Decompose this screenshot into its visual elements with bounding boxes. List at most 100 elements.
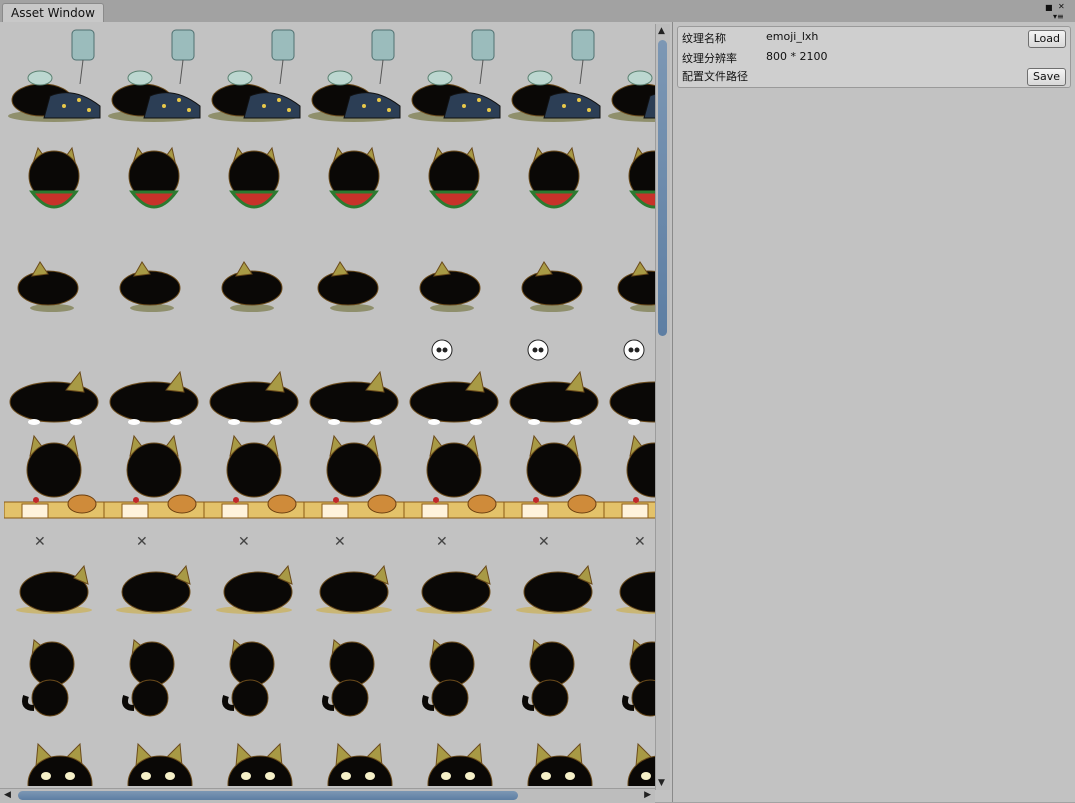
cat-sprite-icon [228,146,280,209]
sprite-frame [104,226,204,326]
cat-sprite-icon [304,434,404,519]
cat-sprite-icon [17,261,79,312]
sprite-frame: ✕ [104,526,204,626]
cat-sprite-icon [422,639,475,717]
cat-sprite-icon [322,639,375,717]
texture-name-value: emoji_lxh [766,30,819,43]
cat-sprite-icon [208,29,301,122]
vertical-scrollbar[interactable]: ▲ ▼ [655,24,670,790]
sprite-frame: ✕ [304,526,404,626]
sprite-frame [204,726,304,786]
sprite-frame [304,126,404,226]
cat-sprite-icon [8,29,101,122]
cat-sprite-icon [628,146,655,209]
cat-sprite-icon: ✕ [616,534,655,614]
sprite-frame [504,26,604,126]
resolution-value: 800 * 2100 [766,50,828,63]
cat-sprite-icon: ✕ [416,534,492,614]
texture-preview-canvas[interactable]: ✕ ✕ ✕ ✕ ✕ ✕ ✕ [0,22,672,802]
sprite-frame [304,226,404,326]
sprite-frame: ✕ [504,526,604,626]
cat-sprite-icon [408,29,501,122]
sprite-frame [604,326,655,426]
sprite-frame [4,226,104,326]
cat-sprite-icon [109,370,199,425]
scroll-right-icon[interactable]: ▶ [644,790,651,800]
svg-text:✕: ✕ [136,534,148,550]
cat-sprite-icon [617,261,655,312]
sprite-frame: ✕ [4,526,104,626]
sprite-frame [4,326,104,426]
sprite-frame [504,326,604,426]
cat-sprite-icon [104,434,204,519]
sprite-frame [104,426,204,526]
sprite-frame [204,126,304,226]
resolution-label: 纹理分辨率 [682,52,737,65]
sprite-frame [304,726,404,786]
sprite-frame [604,626,655,726]
cat-sprite-icon [419,261,481,312]
svg-text:✕: ✕ [334,534,346,550]
sprite-frame: ✕ [604,526,655,626]
cat-sprite-icon [308,29,401,122]
scroll-up-icon[interactable]: ▲ [658,26,665,36]
sprite-frame [604,226,655,326]
sprite-frame [504,626,604,726]
cat-sprite-icon [528,146,580,209]
sprite-frame [4,626,104,726]
sprite-frame [104,26,204,126]
sprite-frame [4,726,104,786]
sprite-frame [304,326,404,426]
sprite-frame [404,726,504,786]
cat-sprite-icon [527,742,593,786]
sprite-frame [404,126,504,226]
cat-sprite-icon [404,434,504,519]
cat-sprite-icon [4,434,104,519]
sprite-frame [104,126,204,226]
sprite-frame [104,626,204,726]
cat-sprite-icon [328,146,380,209]
sprite-frame [504,226,604,326]
config-path-label: 配置文件路径 [682,70,748,83]
cat-sprite-icon: ✕ [516,534,593,614]
sprite-frame [604,126,655,226]
svg-text:✕: ✕ [436,534,448,550]
sprite-frame [404,26,504,126]
scroll-down-icon[interactable]: ▼ [658,778,665,788]
menu-icon[interactable]: ▾≡ [1053,13,1064,21]
texture-properties-box: 纹理名称 emoji_lxh Load 纹理分辨率 800 * 2100 配置文… [677,26,1071,88]
svg-text:✕: ✕ [538,534,550,550]
sprite-frame [4,426,104,526]
load-button[interactable]: Load [1027,30,1066,48]
scroll-left-icon[interactable]: ◀ [4,790,11,800]
cat-sprite-icon [609,339,655,425]
sprite-frame [4,126,104,226]
cat-sprite-icon: ✕ [16,534,92,614]
cat-sprite-icon [604,434,655,519]
sprite-frame [204,226,304,326]
save-button[interactable]: Save [1026,68,1066,86]
cat-sprite-icon [309,370,399,425]
sprite-frame [604,26,655,126]
cat-sprite-icon [122,639,175,717]
cat-sprite-icon [409,339,499,425]
sprite-frame [304,626,404,726]
tab-asset-window[interactable]: Asset Window [2,3,104,23]
sprite-frame [204,26,304,126]
horizontal-scroll-thumb[interactable] [18,791,518,800]
cat-sprite-icon [127,742,193,786]
restore-icon[interactable]: ■ [1045,4,1053,12]
close-icon[interactable]: ✕ [1058,3,1065,11]
cat-sprite-icon [119,261,181,312]
sprite-frame [604,726,655,786]
sprite-frame [404,626,504,726]
sprite-frame: ✕ [404,526,504,626]
vertical-scroll-thumb[interactable] [658,40,667,336]
horizontal-scrollbar[interactable]: ◀ ▶ [0,788,655,803]
cat-sprite-icon [509,339,599,425]
cat-sprite-icon [9,370,99,425]
sprite-frame [304,426,404,526]
svg-text:✕: ✕ [634,534,646,550]
svg-text:✕: ✕ [238,534,250,550]
sprite-frame [304,26,404,126]
